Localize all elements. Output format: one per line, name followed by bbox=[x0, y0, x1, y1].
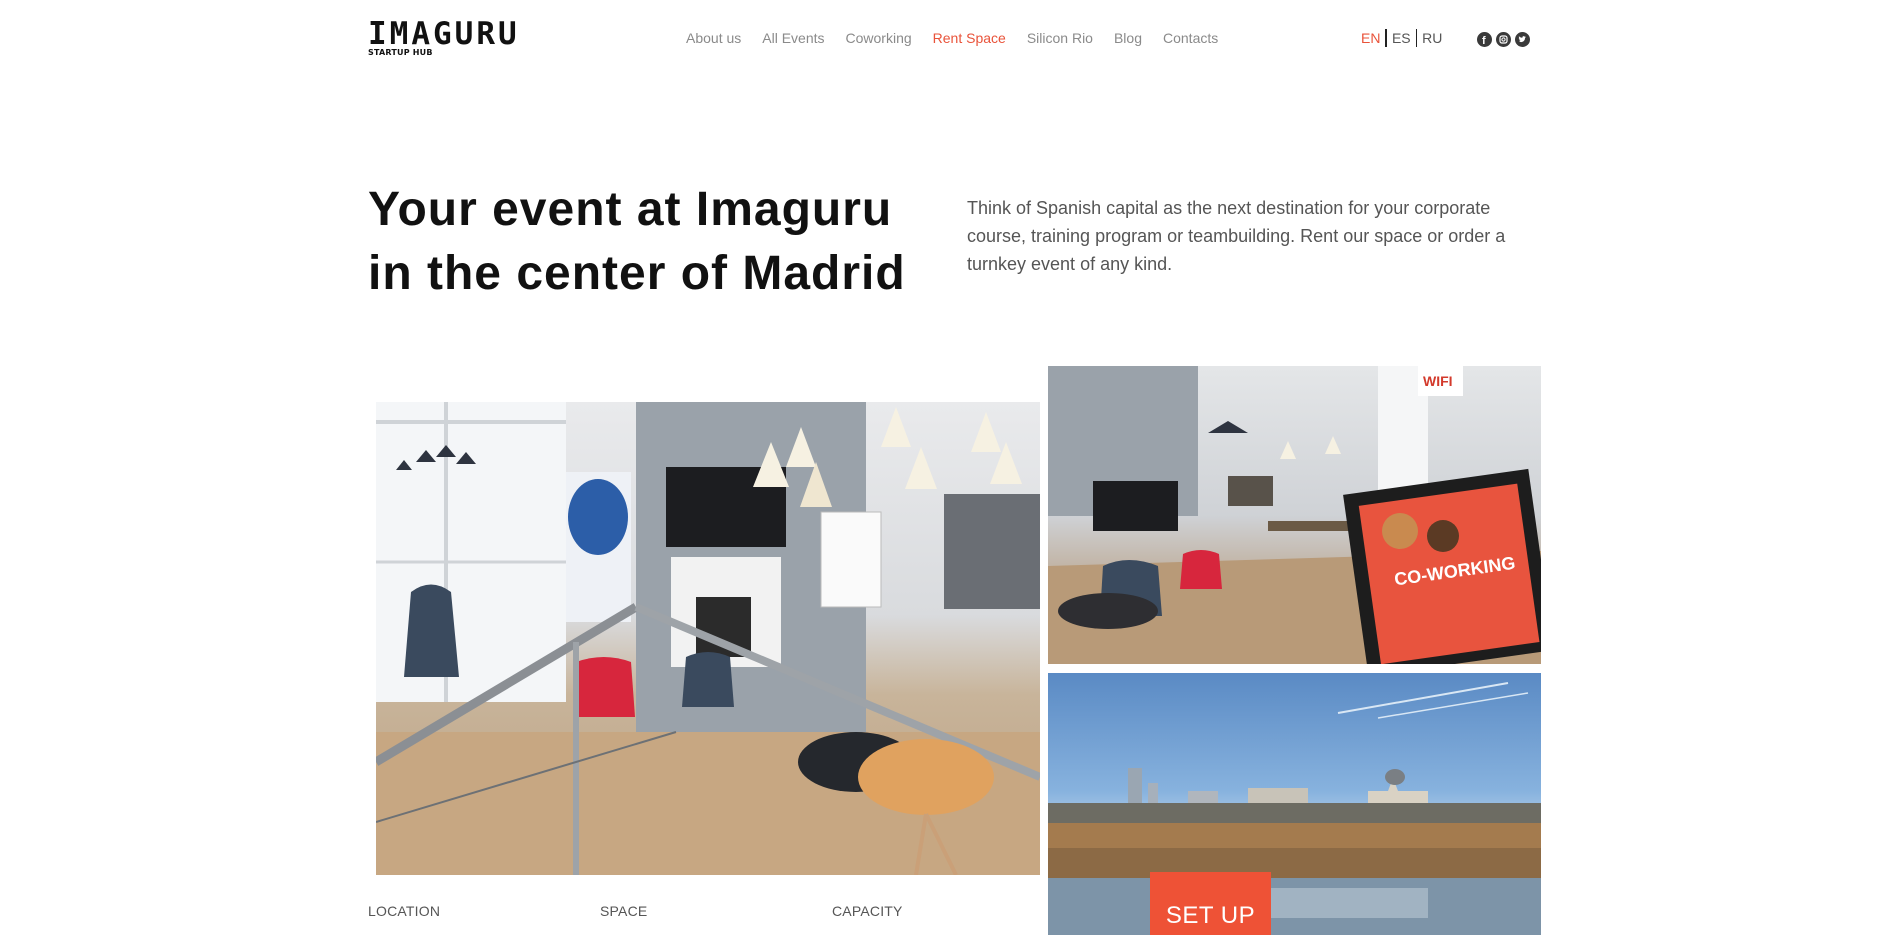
nav-item-silicon-rio[interactable]: Silicon Rio bbox=[1027, 30, 1093, 46]
space-label: SPACE bbox=[600, 903, 648, 919]
svg-text:f: f bbox=[1482, 35, 1486, 47]
nav-item-coworking[interactable]: Coworking bbox=[846, 30, 912, 46]
capacity-label: CAPACITY bbox=[832, 903, 903, 919]
site-header: IMAGURU STARTUP HUB About us All Events … bbox=[0, 0, 1901, 80]
madrid-skyline-photo bbox=[1048, 673, 1541, 935]
hero-description: Think of Spanish capital as the next des… bbox=[967, 198, 1506, 274]
facebook-icon[interactable]: f bbox=[1477, 32, 1492, 47]
nav-item-rent-space[interactable]: Rent Space bbox=[933, 30, 1006, 46]
main-nav: About us All Events Coworking Rent Space… bbox=[686, 30, 1218, 46]
coworking-photo: WIFI CO-WORKING bbox=[1048, 366, 1541, 664]
lang-ru[interactable]: RU bbox=[1417, 30, 1447, 46]
social-links: f bbox=[1477, 32, 1530, 47]
logo-wordmark: IMAGURU bbox=[368, 16, 520, 52]
language-switcher: EN ES RU bbox=[1361, 29, 1447, 47]
nav-item-all-events[interactable]: All Events bbox=[762, 30, 824, 46]
page-title-line-1: Your event at Imaguru bbox=[368, 183, 893, 236]
nav-item-blog[interactable]: Blog bbox=[1114, 30, 1142, 46]
lounge-photo bbox=[376, 402, 1040, 875]
lang-en[interactable]: EN bbox=[1361, 30, 1385, 46]
instagram-icon[interactable] bbox=[1496, 32, 1511, 47]
page-title-line-2: in the center of Madrid bbox=[368, 247, 906, 300]
page-title: Your event at Imaguru in the center of M… bbox=[368, 178, 928, 306]
site-logo[interactable]: IMAGURU STARTUP HUB bbox=[368, 16, 520, 58]
set-up-button[interactable]: SET UP bbox=[1150, 872, 1271, 935]
nav-item-about-us[interactable]: About us bbox=[686, 30, 741, 46]
twitter-icon[interactable] bbox=[1515, 32, 1530, 47]
lang-es[interactable]: ES bbox=[1387, 30, 1416, 46]
location-label: LOCATION bbox=[368, 903, 441, 919]
wifi-sign-text: WIFI bbox=[1423, 373, 1453, 389]
nav-item-contacts[interactable]: Contacts bbox=[1163, 30, 1218, 46]
